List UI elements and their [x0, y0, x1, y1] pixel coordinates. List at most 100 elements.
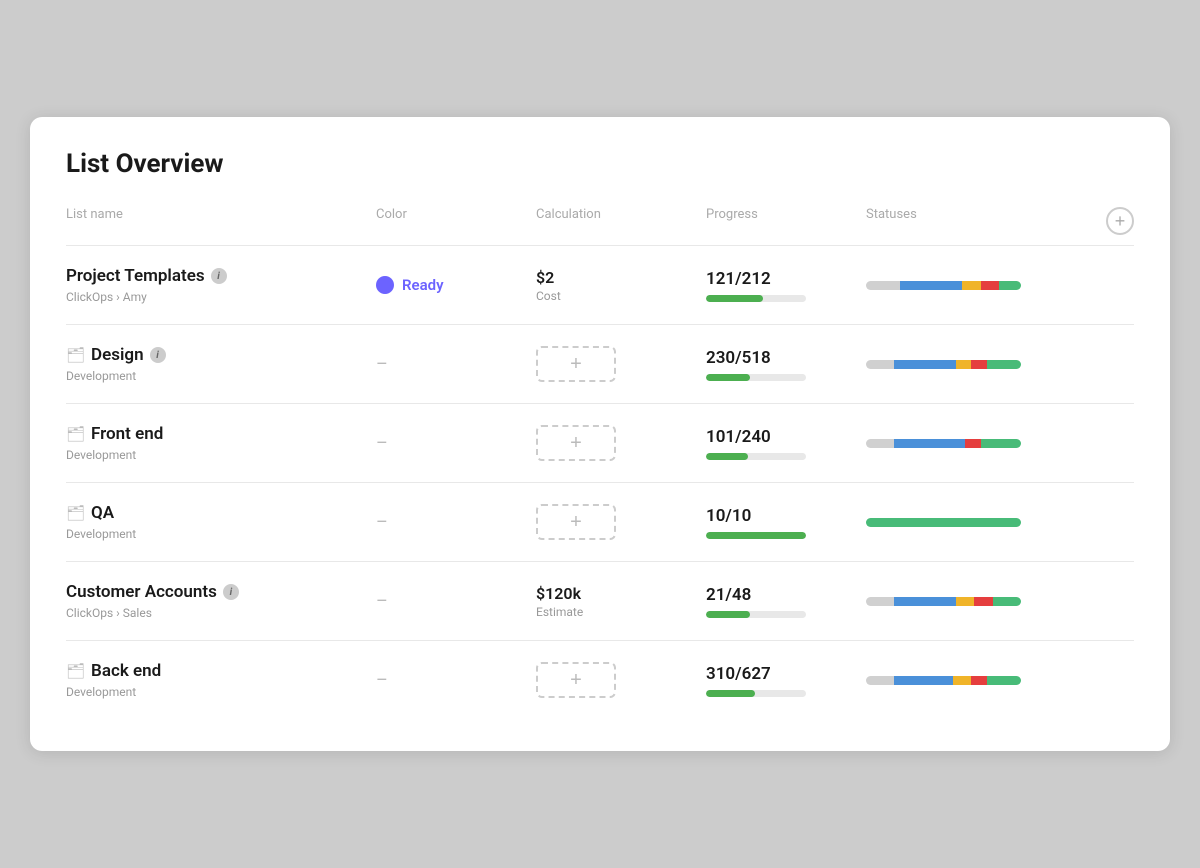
progress-numbers: 230/518 — [706, 348, 866, 368]
list-name: Front end — [91, 424, 163, 444]
list-name: Back end — [91, 661, 161, 681]
add-calculation-button[interactable]: + — [536, 662, 616, 698]
calc-col: + — [536, 662, 706, 698]
progress-col: 230/518 — [706, 348, 866, 381]
list-name-row: Customer Accounts i — [66, 582, 376, 602]
list-name-row: 🗂 Back end — [66, 661, 376, 681]
status-col — [866, 676, 1094, 685]
status-bar — [866, 597, 1021, 606]
progress-bar-fill — [706, 295, 763, 302]
status-segment — [987, 360, 1021, 369]
table-row: 🗂Back endDevelopment–+310/627 — [66, 641, 1134, 719]
calc-type: Estimate — [536, 605, 706, 619]
list-name-col: 🗂Back endDevelopment — [66, 661, 376, 699]
status-bar — [866, 360, 1021, 369]
progress-bar-container — [706, 532, 806, 539]
status-bar — [866, 439, 1021, 448]
status-segment — [866, 439, 894, 448]
add-calculation-button[interactable]: + — [536, 346, 616, 382]
list-name-col: Project TemplatesiClickOps › Amy — [66, 266, 376, 304]
progress-bar-container — [706, 611, 806, 618]
col-header-list-name: List name — [66, 207, 376, 235]
col-add: + — [1094, 207, 1134, 235]
status-segment — [999, 281, 1021, 290]
list-name-col: 🗂DesigniDevelopment — [66, 345, 376, 383]
status-bar — [866, 676, 1021, 685]
calc-value: $120k — [536, 584, 706, 603]
add-column-button[interactable]: + — [1106, 207, 1134, 235]
list-overview-card: List Overview List name Color Calculatio… — [30, 117, 1170, 751]
progress-bar-fill — [706, 690, 755, 697]
status-segment — [900, 281, 962, 290]
list-breadcrumb: ClickOps › Sales — [66, 606, 376, 620]
status-segment — [894, 439, 965, 448]
table-header: List name Color Calculation Progress Sta… — [66, 207, 1134, 246]
progress-bar-fill — [706, 374, 750, 381]
color-label: Ready — [402, 276, 444, 294]
progress-numbers: 101/240 — [706, 427, 866, 447]
status-segment — [866, 518, 1021, 527]
progress-col: 10/10 — [706, 506, 866, 539]
status-segment — [866, 281, 900, 290]
calc-type: Cost — [536, 289, 706, 303]
color-dash: – — [376, 433, 388, 454]
list-name: Project Templates — [66, 266, 205, 286]
progress-bar-fill — [706, 453, 748, 460]
status-segment — [993, 597, 1021, 606]
progress-col: 121/212 — [706, 269, 866, 302]
list-breadcrumb: Development — [66, 448, 376, 462]
status-segment — [953, 676, 972, 685]
progress-bar-fill — [706, 611, 750, 618]
add-calculation-button[interactable]: + — [536, 425, 616, 461]
status-bar — [866, 518, 1021, 527]
color-dot — [376, 276, 394, 294]
calc-value: $2 — [536, 268, 706, 287]
status-segment — [965, 439, 981, 448]
status-segment — [974, 597, 993, 606]
page-title: List Overview — [66, 149, 1134, 179]
status-col — [866, 360, 1094, 369]
info-icon[interactable]: i — [150, 347, 166, 363]
table-row: Customer Accounts i ClickOps › Sales– $120k… — [66, 562, 1134, 641]
list-name: Customer Accounts — [66, 582, 217, 602]
status-segment — [894, 597, 956, 606]
list-name-row: Project Templates i — [66, 266, 376, 286]
status-segment — [866, 676, 894, 685]
list-name: QA — [91, 503, 114, 523]
color-dash: – — [376, 354, 388, 375]
info-icon[interactable]: i — [211, 268, 227, 284]
progress-col: 101/240 — [706, 427, 866, 460]
progress-col: 310/627 — [706, 664, 866, 697]
status-segment — [866, 360, 894, 369]
color-col: – — [376, 354, 536, 375]
add-calculation-button[interactable]: + — [536, 504, 616, 540]
table-row: 🗂DesigniDevelopment–+230/518 — [66, 325, 1134, 404]
progress-bar-fill — [706, 532, 806, 539]
list-name: Design — [91, 345, 144, 365]
status-segment — [971, 676, 987, 685]
progress-numbers: 21/48 — [706, 585, 866, 605]
progress-col: 21/48 — [706, 585, 866, 618]
progress-bar-container — [706, 295, 806, 302]
folder-icon: 🗂 — [66, 346, 85, 364]
col-header-statuses: Statuses — [866, 207, 1094, 235]
status-bar — [866, 281, 1021, 290]
folder-icon: 🗂 — [66, 662, 85, 680]
folder-icon: 🗂 — [66, 504, 85, 522]
status-segment — [987, 676, 1021, 685]
progress-numbers: 10/10 — [706, 506, 866, 526]
status-segment — [956, 597, 975, 606]
color-dash: – — [376, 670, 388, 691]
color-dash: – — [376, 591, 388, 612]
color-col: Ready — [376, 276, 536, 294]
status-col — [866, 597, 1094, 606]
col-header-calculation: Calculation — [536, 207, 706, 235]
status-segment — [962, 281, 981, 290]
status-segment — [894, 360, 956, 369]
info-icon[interactable]: i — [223, 584, 239, 600]
list-name-col: 🗂Front endDevelopment — [66, 424, 376, 462]
status-col — [866, 518, 1094, 527]
progress-bar-container — [706, 690, 806, 697]
status-segment — [956, 360, 972, 369]
color-dash: – — [376, 512, 388, 533]
